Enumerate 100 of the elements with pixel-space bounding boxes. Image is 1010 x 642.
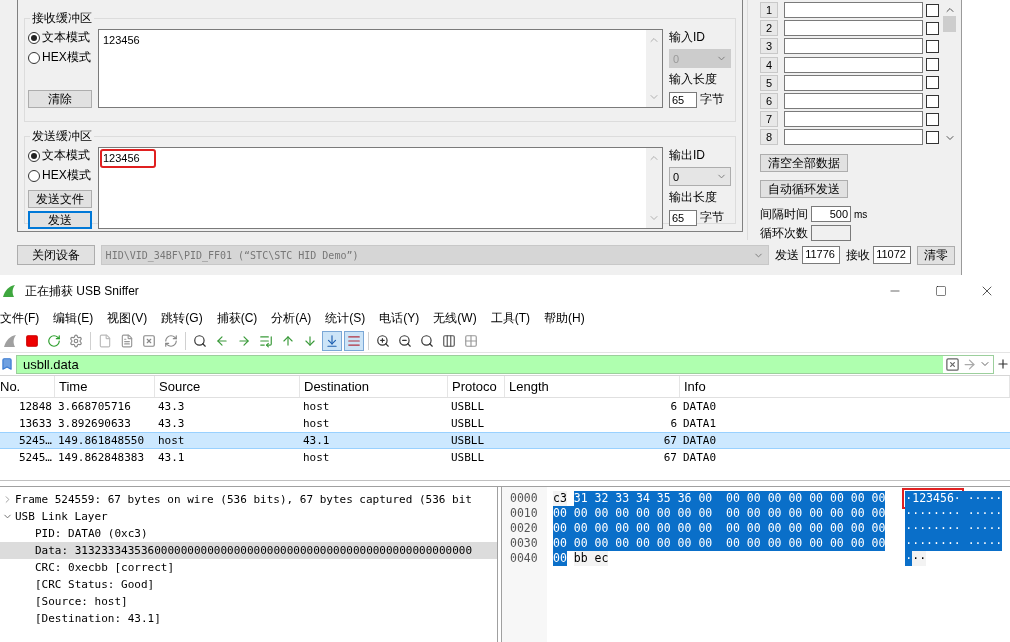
checkbox[interactable] — [926, 21, 939, 35]
column-header[interactable]: Protoco — [448, 376, 505, 397]
scroll-thumb[interactable] — [943, 16, 956, 32]
ascii-text[interactable]: ····· — [960, 491, 1003, 506]
menu-item[interactable]: 分析(A) — [271, 309, 312, 327]
column-header[interactable]: No. — [0, 376, 55, 397]
preset-field[interactable] — [784, 93, 923, 110]
ascii-text[interactable]: ·123456· — [905, 491, 961, 506]
column-header[interactable]: Destination — [300, 376, 448, 397]
preset-field[interactable] — [784, 56, 923, 73]
hex-bytes[interactable]: 00 00 00 00 00 00 00 00 00 00 00 00 00 00 00 00 — [553, 506, 886, 521]
hex-bytes[interactable]: bb ec — [573, 551, 609, 566]
buffer-text-area[interactable]: 123456 — [98, 147, 663, 229]
tree-row[interactable]: [Source: host] — [0, 593, 497, 610]
clear-button[interactable]: 清除 — [28, 90, 92, 108]
reset-button[interactable]: 清零 — [917, 245, 955, 265]
preset-number-button[interactable]: 7 — [760, 111, 778, 128]
preset-number-button[interactable]: 5 — [760, 74, 778, 91]
checkbox[interactable] — [926, 3, 939, 17]
preset-number-button[interactable]: 8 — [760, 129, 778, 146]
checkbox[interactable] — [926, 130, 939, 144]
column-header[interactable]: Length — [505, 376, 680, 397]
table-cell-text: DATA0 — [682, 450, 718, 465]
hex-bytes[interactable]: c3 — [553, 491, 567, 506]
menu-item[interactable]: 帮助(H) — [544, 309, 585, 327]
menu-item[interactable]: 编辑(E) — [53, 309, 94, 327]
hex-bytes[interactable]: 31 32 33 34 35 36 00 00 00 00 00 00 00 00 00 — [573, 491, 886, 506]
menu-item[interactable]: 视图(V) — [107, 309, 148, 327]
id-dropdown[interactable]: 0 — [669, 167, 731, 186]
menu-item[interactable]: 捕获(C) — [216, 309, 258, 327]
buffer-text-area[interactable]: 123456 — [98, 29, 663, 108]
checkbox[interactable] — [926, 112, 939, 126]
mode-radio[interactable]: HEX模式 — [28, 167, 92, 184]
send-file-button[interactable]: 发送文件 — [28, 190, 92, 208]
column-header[interactable]: Info — [680, 376, 1010, 397]
shark-fin-icon — [2, 284, 16, 298]
column-header[interactable]: Time — [55, 376, 155, 397]
add-icon[interactable] — [996, 357, 1010, 371]
checkbox[interactable] — [926, 58, 939, 72]
auto-send-button[interactable]: 自动循环发送 — [760, 179, 848, 198]
length-field[interactable]: 65 — [669, 91, 697, 108]
table-cell-text: 43.1 — [302, 433, 331, 448]
mode-radio[interactable]: HEX模式 — [28, 49, 92, 66]
window-title: 正在捕获 USB Sniffer — [25, 282, 139, 300]
menu-item[interactable]: 工具(T) — [490, 309, 530, 327]
ascii-text[interactable]: ········ ····· — [905, 506, 1003, 521]
hex-bytes[interactable]: 00 — [553, 551, 567, 566]
ascii-text[interactable]: ········ ····· — [905, 536, 1003, 551]
ascii-text[interactable]: ·· — [912, 551, 927, 566]
menu-item[interactable]: 文件(F) — [0, 309, 40, 327]
packet-row[interactable]: 5245… 149.862848383 43.1 host USBLL 67 DATA0 — [0, 449, 1010, 466]
menu-item[interactable]: 统计(S) — [325, 309, 366, 327]
tree-row[interactable]: CRC: 0xecbb [correct] — [0, 559, 497, 576]
column-header[interactable]: Source — [155, 376, 300, 397]
checkbox[interactable] — [926, 76, 939, 90]
interval-field[interactable]: 500 — [811, 206, 851, 222]
tree-row[interactable]: Data: 313233343536000000000000000000000000000000000000000000000000 — [0, 542, 497, 559]
preset-field[interactable] — [784, 20, 923, 37]
apply-arrow-icon[interactable] — [962, 356, 977, 372]
preset-field[interactable] — [784, 2, 923, 19]
preset-field[interactable] — [784, 111, 923, 128]
checkbox[interactable] — [926, 39, 939, 53]
preset-number-button[interactable]: 1 — [760, 2, 778, 19]
toolbar-button[interactable] — [322, 330, 342, 351]
clear-all-button[interactable]: 清空全部数据 — [760, 153, 848, 172]
close-device-button[interactable]: 关闭设备 — [17, 245, 95, 265]
menu-item[interactable]: 跳转(G) — [161, 309, 203, 327]
tree-row[interactable]: [CRC Status: Good] — [0, 576, 497, 593]
preset-field[interactable] — [784, 74, 923, 91]
packet-row[interactable]: 13633 3.892690633 43.3 host USBLL 6 DATA1 — [0, 415, 1010, 432]
ascii-text[interactable]: · — [905, 551, 913, 566]
lines-icon — [347, 333, 361, 348]
checkbox[interactable] — [926, 94, 939, 108]
menu-item[interactable]: 无线(W) — [433, 309, 477, 327]
tree-row[interactable]: PID: DATA0 (0xc3) — [0, 525, 497, 542]
preset-number-button[interactable]: 4 — [760, 56, 778, 73]
mode-radio[interactable]: 文本模式 — [28, 147, 92, 164]
length-field[interactable]: 65 — [669, 209, 697, 226]
filter-field[interactable]: usbll.data — [16, 354, 994, 374]
preset-number-button[interactable]: 6 — [760, 93, 778, 110]
loop-count-field[interactable] — [811, 225, 851, 241]
menu-item[interactable]: 电话(Y) — [379, 309, 420, 327]
tree-row[interactable]: Frame 524559: 67 bytes on wire (536 bits), 67 bytes captured (536 bit — [0, 491, 497, 508]
tree-row[interactable]: [Destination: 43.1] — [0, 610, 497, 627]
packet-row[interactable]: 5245… 149.861848550 host 43.1 USBLL 67 DATA0 — [0, 432, 1010, 449]
bookmark-icon[interactable] — [0, 357, 14, 371]
mode-radio[interactable]: 文本模式 — [28, 29, 92, 46]
send-button[interactable]: 发送 — [28, 211, 92, 229]
preset-field[interactable] — [784, 38, 923, 55]
preset-number-button[interactable]: 3 — [760, 38, 778, 55]
hex-bytes[interactable]: 00 00 00 00 00 00 00 00 00 00 00 00 00 00 00 00 — [553, 521, 886, 536]
tree-row[interactable]: USB Link Layer — [0, 508, 497, 525]
restart-icon — [47, 333, 61, 348]
packet-row[interactable]: 12848 3.668705716 43.3 host USBLL 6 DATA0 — [0, 398, 1010, 415]
preset-number-button[interactable]: 2 — [760, 20, 778, 37]
toolbar-button[interactable] — [344, 330, 364, 351]
preset-field[interactable] — [784, 129, 923, 146]
clear-icon[interactable] — [945, 356, 960, 372]
hex-bytes[interactable]: 00 00 00 00 00 00 00 00 00 00 00 00 00 00 00 00 — [553, 536, 886, 551]
ascii-text[interactable]: ········ ····· — [905, 521, 1003, 536]
